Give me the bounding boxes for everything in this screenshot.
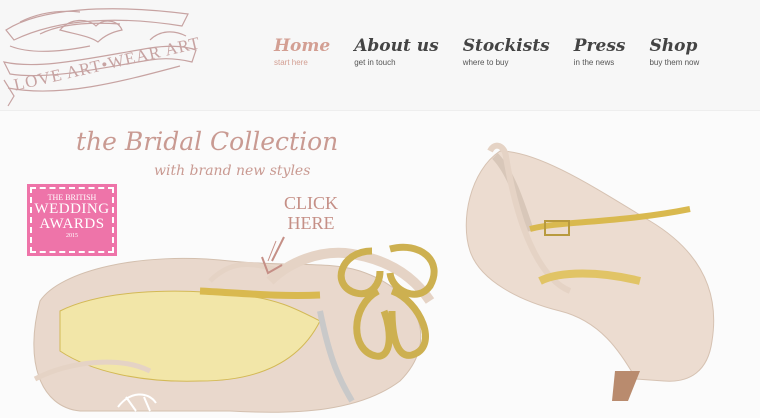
nav-sub: where to buy xyxy=(462,58,509,67)
nav-sub: start here xyxy=(274,58,308,67)
nav-label: Home xyxy=(274,36,331,56)
bridal-shoes-image xyxy=(33,142,715,413)
site-logo[interactable]: LOVE ART•WEAR ART xyxy=(0,0,202,110)
wedding-award-badge: THE BRITISH WEDDING AWARDS 2015 xyxy=(26,177,118,261)
award-line-3: AWARDS xyxy=(39,216,105,232)
nav-item-shop[interactable]: Shop buy them now xyxy=(649,34,699,68)
nav-sub: in the news xyxy=(573,58,615,67)
nav-label: Stockists xyxy=(462,36,550,56)
nav-sub: buy them now xyxy=(649,58,700,67)
nav-label: Shop xyxy=(649,36,698,56)
nav-label: Press xyxy=(573,36,626,56)
main-nav: Home start here About us get in touch St… xyxy=(274,34,723,68)
click-here-link[interactable]: CLICK HERE xyxy=(256,193,366,275)
hero-subtitle: with brand new styles xyxy=(154,163,311,179)
nav-item-stockists[interactable]: Stockists where to buy xyxy=(463,34,550,68)
hero-banner[interactable]: the Bridal Collection with brand new sty… xyxy=(0,111,760,418)
nav-item-press[interactable]: Press in the news xyxy=(574,34,626,68)
award-line-2: WEDDING xyxy=(34,201,110,217)
award-frame: THE BRITISH WEDDING AWARDS 2015 xyxy=(27,184,117,256)
site-header: LOVE ART•WEAR ART Home start here About … xyxy=(0,0,760,111)
cta-line-1: CLICK xyxy=(284,193,338,213)
nav-sub: get in touch xyxy=(354,58,396,67)
nav-item-about-us[interactable]: About us get in touch xyxy=(354,34,438,68)
cta-line-2: HERE xyxy=(287,213,335,233)
hero-title: the Bridal Collection xyxy=(76,127,339,156)
nav-item-home[interactable]: Home start here xyxy=(274,34,330,68)
award-year: 2015 xyxy=(66,233,78,239)
nav-label: About us xyxy=(354,36,439,56)
arrow-down-icon xyxy=(261,236,285,275)
